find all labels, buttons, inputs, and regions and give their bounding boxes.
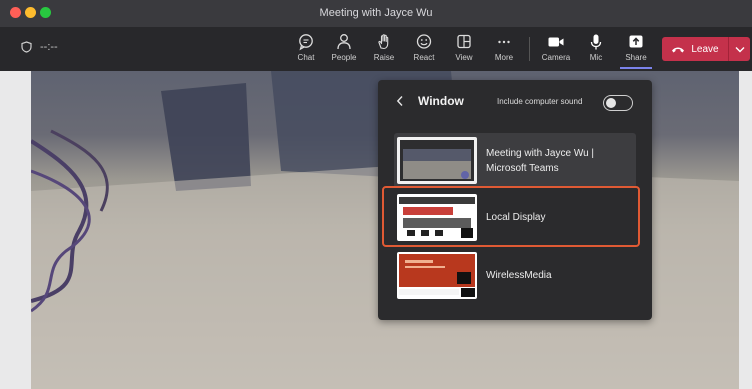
view-button[interactable]: View (444, 33, 484, 62)
share-label: Share (625, 53, 647, 62)
people-label: People (331, 53, 357, 62)
chevron-down-icon (735, 46, 744, 52)
share-icon (629, 35, 643, 48)
toggle-knob (606, 98, 616, 108)
microphone-icon (590, 34, 602, 50)
meeting-timer: --:-- (40, 41, 58, 53)
include-sound-toggle[interactable] (603, 95, 633, 111)
leave-label: Leave (691, 43, 719, 55)
teams-meeting-window: Meeting with Jayce Wu --:-- Chat People … (0, 0, 752, 389)
back-button[interactable] (396, 94, 404, 110)
include-sound-label: Include computer sound (497, 97, 583, 106)
meeting-toolbar: --:-- Chat People Raise React View More (0, 27, 752, 71)
leave-button-group: Leave (662, 37, 750, 61)
ellipsis-icon (498, 40, 510, 44)
chat-button[interactable]: Chat (286, 33, 326, 62)
view-grid-icon (457, 34, 471, 49)
shield-icon (21, 41, 32, 53)
share-button[interactable]: Share (616, 33, 656, 62)
chevron-left-icon (396, 96, 403, 106)
wireless-media-thumbnail (397, 252, 477, 299)
share-item-label: Meeting with Jayce Wu | Microsoft Teams (486, 147, 595, 174)
share-panel-header: Window Include computer sound (378, 80, 652, 124)
share-active-indicator (620, 67, 652, 69)
camera-icon (548, 37, 564, 47)
camera-label: Camera (541, 53, 571, 62)
share-item-wireless-media[interactable]: WirelessMedia (394, 248, 636, 303)
camera-button[interactable]: Camera (536, 33, 576, 62)
leave-options-button[interactable] (729, 37, 750, 61)
chat-icon (299, 34, 313, 51)
more-label: More (494, 53, 514, 62)
react-button[interactable]: React (404, 33, 444, 62)
local-display-highlight-box (382, 186, 640, 247)
people-button[interactable]: People (324, 33, 364, 62)
window-title: Meeting with Jayce Wu (319, 7, 433, 19)
share-item-label: WirelessMedia (486, 270, 552, 281)
react-label: React (413, 53, 435, 62)
raise-hand-icon (378, 34, 389, 50)
mic-label: Mic (589, 53, 603, 62)
leave-button[interactable]: Leave (662, 37, 728, 61)
title-bar: Meeting with Jayce Wu (0, 0, 752, 27)
people-icon (337, 34, 351, 50)
mic-button[interactable]: Mic (576, 33, 616, 62)
view-label: View (455, 53, 473, 62)
teams-window-thumbnail (397, 137, 477, 184)
chat-label: Chat (297, 53, 315, 62)
raise-label: Raise (373, 53, 395, 62)
phone-hangup-icon (672, 47, 685, 52)
toolbar-divider (529, 37, 530, 61)
raise-hand-button[interactable]: Raise (364, 33, 404, 62)
more-button[interactable]: More (484, 33, 524, 62)
smiley-icon (416, 34, 432, 49)
share-panel-title: Window (418, 94, 464, 108)
share-item-teams-window[interactable]: Meeting with Jayce Wu | Microsoft Teams (394, 133, 636, 188)
meeting-info: --:-- (21, 41, 58, 53)
